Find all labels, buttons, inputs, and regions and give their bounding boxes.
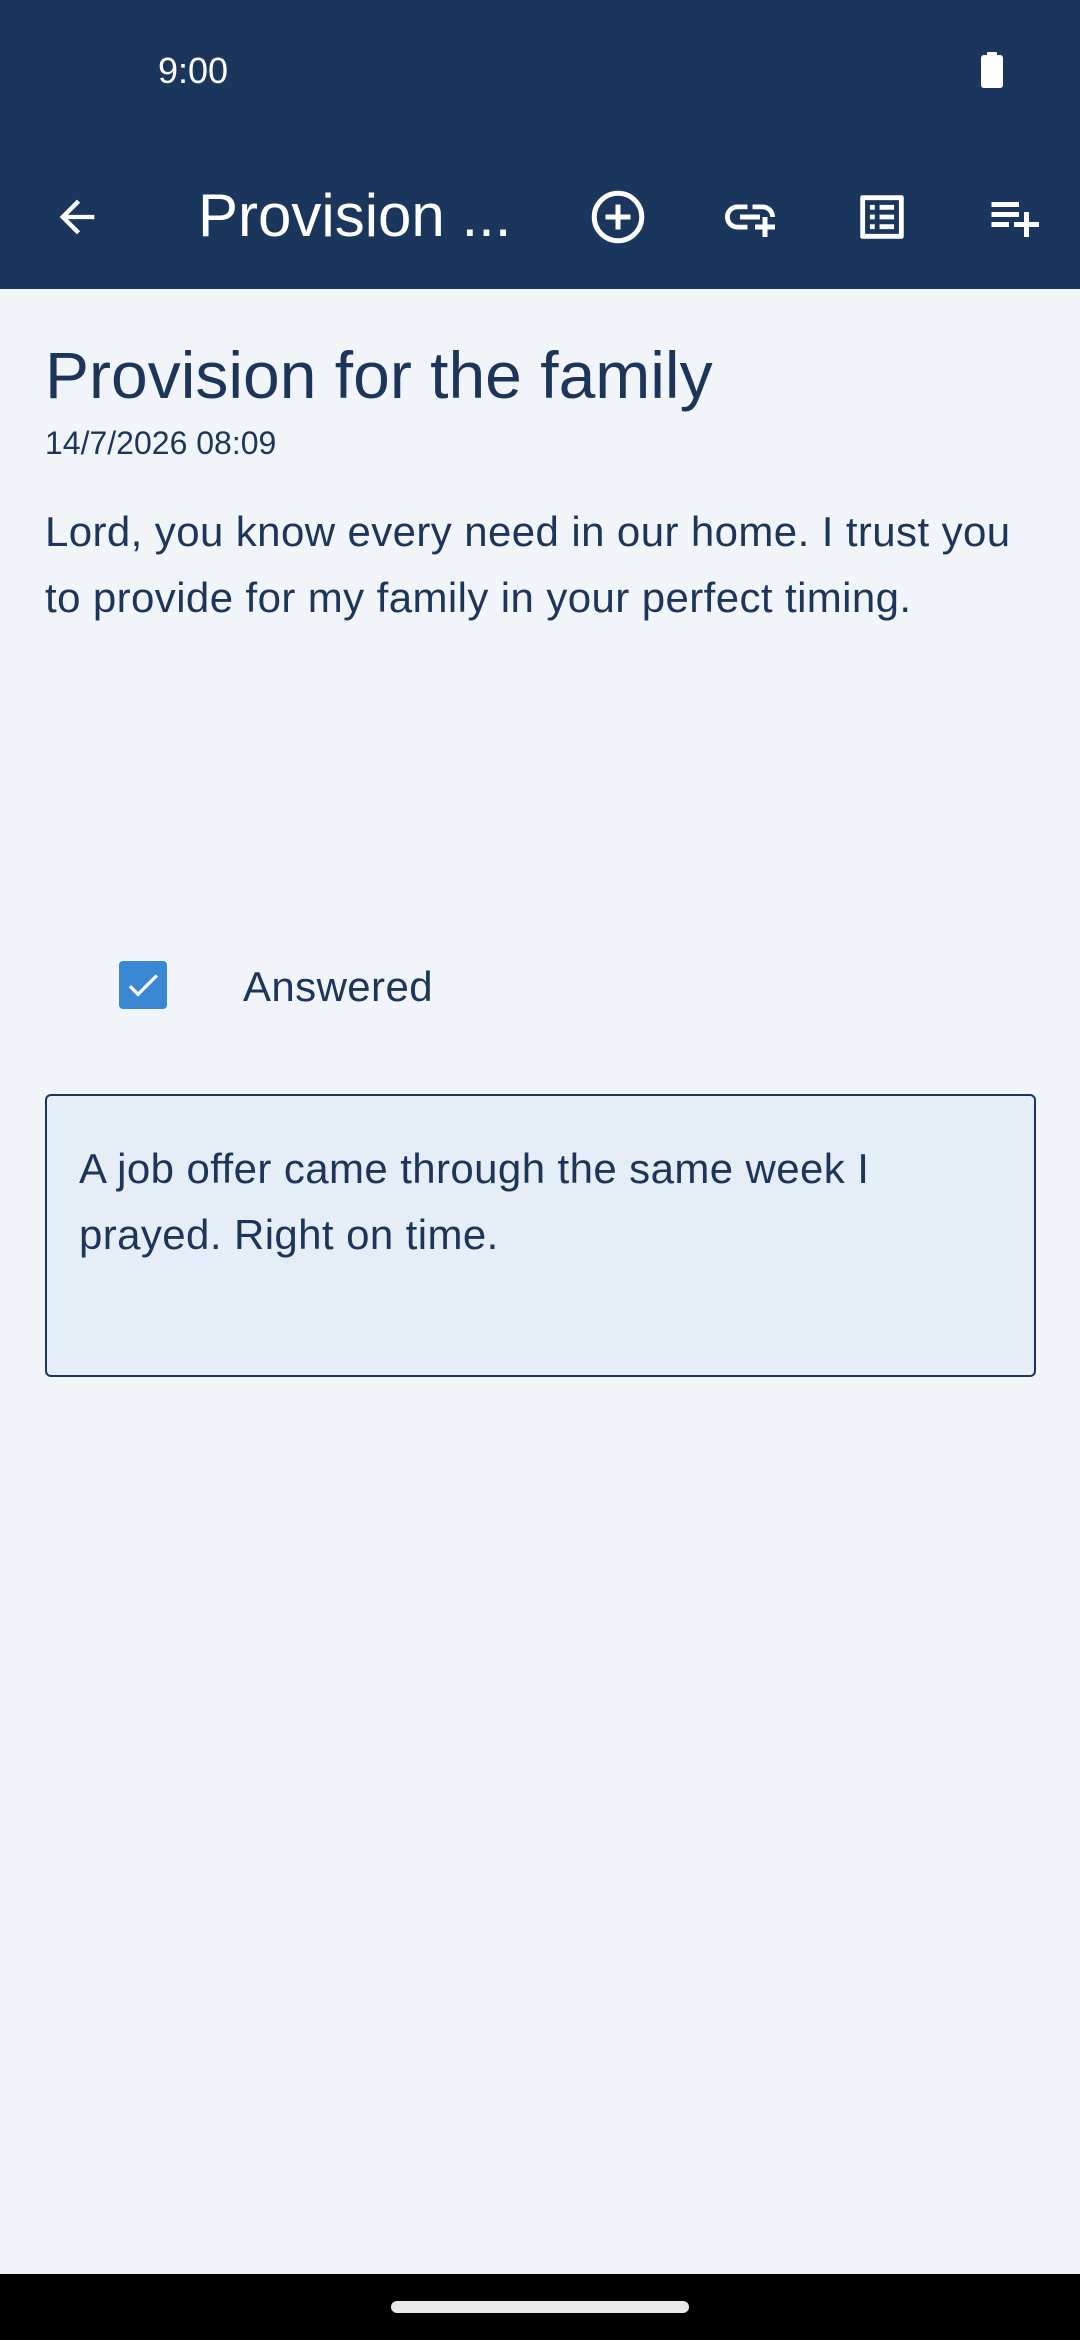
arrow-back-icon bbox=[59, 199, 95, 235]
prayer-body: Lord, you know every need in our home. I… bbox=[45, 508, 1011, 621]
answered-toggle-row[interactable]: Answered bbox=[0, 939, 1080, 1035]
add-circle-icon bbox=[591, 190, 645, 244]
system-nav-bar bbox=[0, 2274, 1080, 2340]
answered-label: Answered bbox=[243, 963, 433, 1010]
answered-checkbox[interactable] bbox=[119, 961, 167, 1009]
battery-full-icon bbox=[981, 52, 1003, 88]
status-bar: 9:00 bbox=[0, 0, 1080, 144]
back-button[interactable] bbox=[38, 178, 116, 256]
home-gesture-handle[interactable] bbox=[391, 2301, 689, 2313]
playlist-add-button[interactable] bbox=[975, 178, 1053, 256]
check-icon bbox=[128, 974, 158, 997]
add-link-icon bbox=[725, 204, 775, 237]
list-view-button[interactable] bbox=[843, 178, 921, 256]
list-alt-icon bbox=[860, 195, 904, 239]
add-button[interactable] bbox=[579, 178, 657, 256]
prayer-detail-screen: 9:00 Provision ... Provision for the fam… bbox=[0, 0, 1080, 2340]
add-link-button[interactable] bbox=[711, 178, 789, 256]
answer-note-text: A job offer came through the same week I… bbox=[79, 1145, 870, 1258]
answer-note-field[interactable]: A job offer came through the same week I… bbox=[45, 1094, 1036, 1377]
top-app-bar: Provision ... bbox=[0, 144, 1080, 289]
app-bar-title: Provision ... bbox=[198, 182, 512, 249]
prayer-date: 14/7/2026 08:09 bbox=[45, 425, 277, 461]
prayer-title: Provision for the family bbox=[45, 338, 713, 412]
playlist-add-icon bbox=[991, 202, 1039, 237]
status-time: 9:00 bbox=[158, 50, 229, 91]
